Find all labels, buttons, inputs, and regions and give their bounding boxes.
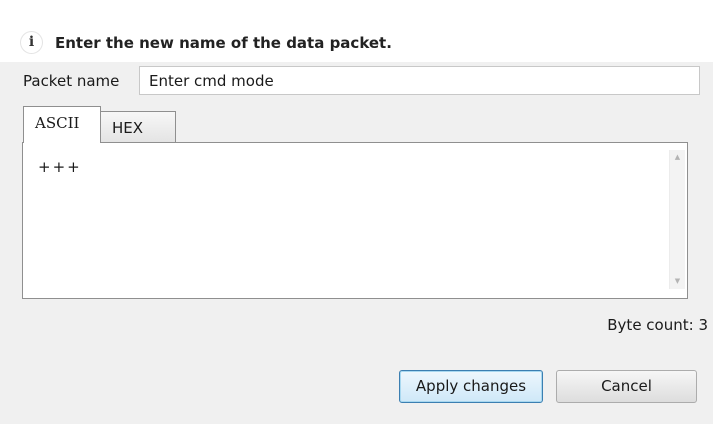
info-icon: i: [21, 32, 42, 53]
vertical-scrollbar[interactable]: ▲ ▼: [669, 150, 685, 289]
packet-data-text: +++: [38, 158, 82, 176]
apply-changes-button[interactable]: Apply changes: [399, 370, 543, 403]
scroll-down-arrow-icon[interactable]: ▼: [670, 274, 685, 289]
header-message: Enter the new name of the data packet.: [55, 34, 392, 52]
tab-hex[interactable]: HEX: [100, 111, 176, 142]
scroll-up-arrow-icon[interactable]: ▲: [670, 150, 685, 165]
packet-name-label: Packet name: [23, 72, 120, 90]
tab-ascii-label: ASCII: [35, 114, 80, 132]
dialog-header: i Enter the new name of the data packet.: [0, 0, 713, 62]
byte-count-label: Byte count: 3: [607, 316, 708, 334]
tab-ascii[interactable]: ASCII: [23, 106, 101, 143]
tab-hex-label: HEX: [112, 119, 144, 137]
ascii-data-editor[interactable]: +++ ▲ ▼: [22, 142, 688, 299]
rename-packet-dialog: i Enter the new name of the data packet.…: [0, 0, 713, 424]
packet-name-input[interactable]: [139, 66, 700, 95]
cancel-button[interactable]: Cancel: [556, 370, 697, 403]
